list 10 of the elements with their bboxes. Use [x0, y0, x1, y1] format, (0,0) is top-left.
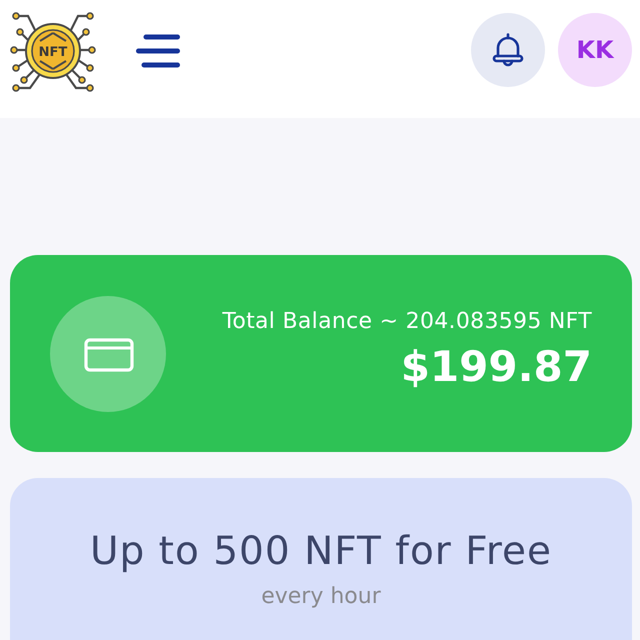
nft-coin-logo[interactable]: NFT [10, 8, 96, 94]
promo-subtitle: every hour [261, 583, 381, 611]
user-avatar[interactable]: KK [558, 13, 632, 87]
bell-icon [490, 32, 526, 68]
balance-label: Total Balance ~ 204.083595 NFT [222, 308, 592, 336]
card-icon [50, 296, 166, 412]
menu-icon [136, 34, 180, 68]
promo-title: Up to 500 NFT for Free [90, 528, 552, 576]
balance-amount: $199.87 [400, 340, 592, 392]
menu-button[interactable] [136, 34, 180, 68]
